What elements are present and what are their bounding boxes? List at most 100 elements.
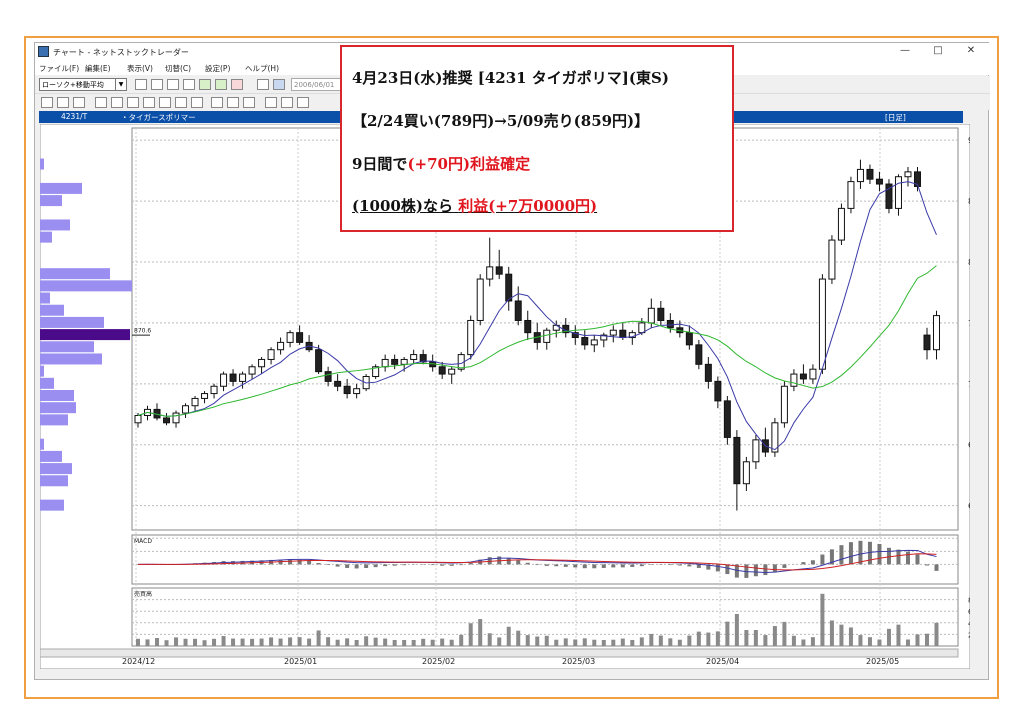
minimize-icon[interactable]: — [895,45,915,59]
candle-body [438,366,446,375]
candle-body [210,385,218,395]
x-tick-label: 2024/12 [122,657,155,666]
tool-link-icon[interactable] [257,79,269,90]
volume-bar [706,632,711,646]
chevron-down-icon[interactable]: ▼ [115,79,126,90]
macd-histogram-bar [820,554,825,565]
macd-histogram-bar [487,557,492,565]
tool-wave-icon[interactable] [175,97,187,108]
candle-body [286,332,294,343]
tool-line-icon[interactable] [143,97,155,108]
menu-settings[interactable]: 設定(P) [205,63,230,74]
x-tick-label: 2025/05 [866,657,899,666]
menu-edit[interactable]: 編集(E) [85,63,111,74]
macd-histogram-bar [677,564,682,566]
volume-profile-bar [40,329,130,341]
macd-histogram-bar [782,564,787,568]
volume-bar [307,638,312,646]
candle-body [334,380,342,387]
tool-pen-icon[interactable] [265,97,277,108]
candle-body [220,373,228,387]
volume-bar [421,638,426,646]
candle-body [809,368,817,380]
overlay-line4-prefix: (1000株)なら [352,197,453,215]
macd-histogram-bar [459,564,464,566]
volume-bar [782,621,787,646]
menu-switch[interactable]: 切替(C) [165,63,191,74]
tool-warning-icon[interactable] [159,97,171,108]
volume-bar [373,637,378,646]
tool-chart5-icon[interactable] [199,79,211,90]
candle-body [514,300,522,321]
volume-bar [259,638,264,646]
tool-search-icon[interactable] [227,97,239,108]
volume-bar [392,639,397,646]
menu-help[interactable]: ヘルプ(H) [245,63,279,74]
candle-body [875,178,883,185]
volume-bar [791,635,796,646]
tool-calendar-icon[interactable] [273,79,285,90]
menu-view[interactable]: 表示(V) [127,63,153,74]
tool-pointer-icon[interactable] [281,97,293,108]
candle-body [486,266,494,280]
candle-body [495,266,503,275]
volume-profile-bar [40,304,64,316]
macd-histogram-bar [392,564,397,566]
volume-profile-bar [40,182,82,194]
tool-grid-icon[interactable] [127,97,139,108]
macd-histogram-bar [373,564,378,568]
candle-body [704,363,712,382]
macd-histogram-bar [544,564,549,566]
macd-histogram-bar [430,564,435,566]
volume-bar [326,637,331,646]
macd-histogram-bar [630,564,635,567]
price-tick-label: 800 [968,258,970,267]
close-icon[interactable]: ✕ [961,45,981,59]
tool-chart2-icon[interactable] [151,79,163,90]
period-label[interactable]: [日足] [885,112,906,123]
macd-histogram-bar [886,547,891,565]
candle-body [752,439,760,463]
candle-body [799,373,807,380]
app-icon [38,46,49,57]
volume-bar [896,624,901,646]
menu-file[interactable]: ファイル(F) [39,63,79,74]
candle-body [134,414,142,424]
tool-bar-icon[interactable] [73,97,85,108]
tool-sort-icon[interactable] [191,97,203,108]
tool-crosshair-icon[interactable] [243,97,255,108]
maximize-icon[interactable]: □ [928,45,948,59]
tool-chart7-icon[interactable] [231,79,243,90]
volume-bar [174,637,179,646]
tool-shrink-icon[interactable] [111,97,123,108]
volume-bar [820,593,825,646]
tool-chart3-icon[interactable] [167,79,179,90]
candle-body [714,380,722,402]
tool-cross-icon[interactable] [41,97,53,108]
macd-histogram-bar [620,564,625,568]
volume-bar [145,639,150,646]
tool-chart4-icon[interactable] [183,79,195,90]
price-tick-label: 850 [968,197,970,206]
macd-histogram-bar [924,564,929,566]
overlay-line3-highlight: (+70円)利益確定 [407,155,531,173]
macd-histogram-bar [839,545,844,565]
tool-move-icon[interactable] [57,97,69,108]
tool-chart1-icon[interactable] [135,79,147,90]
volume-bar [924,633,929,646]
candle-body [410,354,418,360]
tool-chart6-icon[interactable] [215,79,227,90]
volume-profile-bar [40,219,70,231]
candle-body [723,400,731,438]
tool-zoom-icon[interactable] [211,97,223,108]
candle-body [828,239,836,280]
indicator-select[interactable]: ローソク+移動平均 ▼ [39,78,127,91]
candle-body [172,412,180,424]
volume-bar [497,637,502,646]
volume-profile-bar [40,438,44,450]
tool-eraser-icon[interactable] [297,97,309,108]
volume-bar [544,635,549,646]
x-tick-label: 2025/01 [284,657,317,666]
volume-bar [411,639,416,646]
tool-expand-icon[interactable] [95,97,107,108]
